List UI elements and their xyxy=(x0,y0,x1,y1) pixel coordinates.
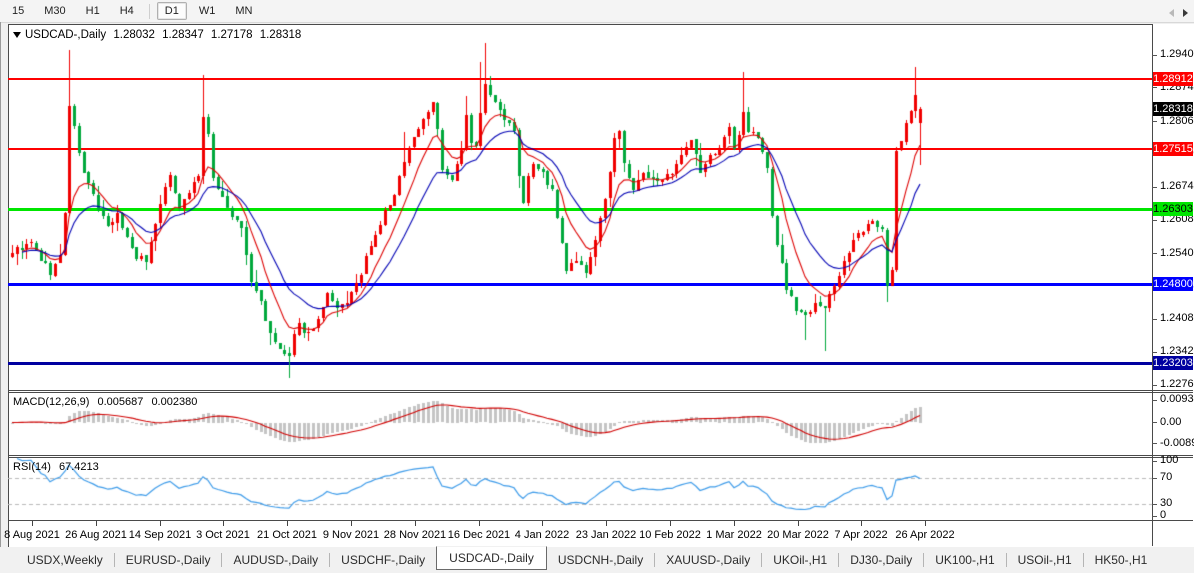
ohlc-high: 1.28347 xyxy=(162,29,204,41)
indicator-axis-tick-mark xyxy=(1152,478,1157,479)
date-axis-tick-mark xyxy=(223,521,224,526)
window-left-border xyxy=(0,22,1,573)
price-axis-tick-mark xyxy=(1152,55,1157,56)
date-axis-tick-mark xyxy=(606,521,607,526)
indicator-axis-tick-label: -0.008902 xyxy=(1160,437,1194,450)
price-badge-1.24800: 1.24800 xyxy=(1153,277,1193,291)
date-axis-tick-mark xyxy=(670,521,671,526)
ohlc-low: 1.27178 xyxy=(211,29,253,41)
tab-scroll-right-icon[interactable] xyxy=(1183,9,1188,17)
date-axis-tick-mark xyxy=(734,521,735,526)
date-axis-tick-mark xyxy=(351,521,352,526)
timeframe-button-mn[interactable]: MN xyxy=(227,2,260,20)
timeframe-toolbar: 15M30 H1H4 D1W1MN xyxy=(0,0,1194,23)
symbol-tab-bar: USDX,WeeklyEURUSD-,DailyAUDUSD-,DailyUSD… xyxy=(0,547,1194,573)
tab-eurusd-daily[interactable]: EURUSD-,Daily xyxy=(115,550,222,570)
tab-usoil-h1[interactable]: USOil-,H1 xyxy=(1007,550,1083,570)
tab-usdchf-daily[interactable]: USDCHF-,Daily xyxy=(330,550,436,570)
rsi-name: RSI(14) xyxy=(13,461,51,473)
indicator-axis-tick-mark xyxy=(1152,422,1157,423)
date-axis-tick-mark xyxy=(925,521,926,526)
price-badge-1.27515: 1.27515 xyxy=(1153,142,1193,156)
tab-audusd-daily[interactable]: AUDUSD-,Daily xyxy=(222,550,329,570)
price-axis-tick-mark xyxy=(1152,385,1157,386)
tab-usdx-weekly[interactable]: USDX,Weekly xyxy=(16,550,114,570)
tab-usdcnh-daily[interactable]: USDCNH-,Daily xyxy=(547,550,654,570)
macd-signal-value: 0.002380 xyxy=(151,396,197,408)
rsi-label: RSI(14) 67.4213 xyxy=(13,461,104,473)
price-axis-tick-mark xyxy=(1152,319,1157,320)
price-axis-tick-label: 1.29400 xyxy=(1160,48,1194,61)
price-badge-1.28912: 1.28912 xyxy=(1153,72,1193,86)
tab-hk50-h1[interactable]: HK50-,H1 xyxy=(1084,550,1159,570)
price-axis-tick-mark xyxy=(1152,253,1157,254)
price-badge-1.23203: 1.23203 xyxy=(1153,356,1193,370)
macd-label: MACD(12,26,9) 0.005687 0.002380 xyxy=(13,396,202,408)
indicator-axis-tick-mark xyxy=(1152,504,1157,505)
date-axis-tick-mark xyxy=(798,521,799,526)
tab-dj30-daily[interactable]: DJ30-,Daily xyxy=(839,550,923,570)
timeframe-button-w1[interactable]: W1 xyxy=(191,2,224,20)
price-axis-tick-mark xyxy=(1152,220,1157,221)
tab-usdcad-daily[interactable]: USDCAD-,Daily xyxy=(436,546,547,570)
chart-plot-area[interactable] xyxy=(8,24,1152,546)
indicator-axis-tick-label: 100 xyxy=(1160,454,1178,467)
price-badge-1.26303: 1.26303 xyxy=(1153,202,1193,216)
price-axis-tick-label: 1.26740 xyxy=(1160,180,1194,193)
indicator-axis-tick-mark xyxy=(1152,443,1157,444)
indicator-axis-tick-label: 0.009345 xyxy=(1160,393,1194,406)
tab-uk100-h1[interactable]: UK100-,H1 xyxy=(924,550,1005,570)
indicator-axis-tick-label: 0.00 xyxy=(1160,416,1181,429)
date-axis-tick-mark xyxy=(415,521,416,526)
date-axis-tick-mark xyxy=(479,521,480,526)
date-axis-tick-mark xyxy=(32,521,33,526)
price-axis-tick-mark xyxy=(1152,187,1157,188)
rsi-value: 67.4213 xyxy=(59,461,99,473)
price-axis-tick-mark xyxy=(1152,121,1157,122)
price-axis-tick-mark xyxy=(1152,352,1157,353)
symbol-dropdown-icon xyxy=(13,32,21,38)
indicator-axis-tick-mark xyxy=(1152,516,1157,517)
date-axis-tick-mark xyxy=(542,521,543,526)
date-axis-tick-mark xyxy=(287,521,288,526)
date-axis-label: 26 Apr 2022 xyxy=(880,529,970,541)
price-axis-tick-label: 1.28060 xyxy=(1160,115,1194,128)
date-axis-tick-mark xyxy=(861,521,862,526)
tab-ukoil-h1[interactable]: UKOil-,H1 xyxy=(762,550,838,570)
macd-name: MACD(12,26,9) xyxy=(13,396,89,408)
price-axis-tick-label: 1.22760 xyxy=(1160,378,1194,391)
date-axis-tick-mark xyxy=(160,521,161,526)
timeframe-button-m30[interactable]: M30 xyxy=(36,2,73,20)
price-badge-1.28318: 1.28318 xyxy=(1153,102,1193,116)
ohlc-open: 1.28032 xyxy=(113,29,155,41)
indicator-axis-tick-label: 0 xyxy=(1160,509,1166,522)
timeframe-button-15[interactable]: 15 xyxy=(4,2,32,20)
chart-symbol: USDCAD-,Daily xyxy=(25,29,106,41)
timeframe-button-h1[interactable]: H1 xyxy=(78,2,108,20)
indicator-axis-tick-label: 70 xyxy=(1160,471,1172,484)
tab-scroll-left-icon[interactable] xyxy=(1169,9,1174,17)
timeframe-button-h4[interactable]: H4 xyxy=(112,2,142,20)
price-axis-tick-label: 1.24080 xyxy=(1160,312,1194,325)
price-axis-tick-label: 1.25400 xyxy=(1160,247,1194,260)
timeframe-button-d1[interactable]: D1 xyxy=(157,2,187,20)
tab-xauusd-daily[interactable]: XAUUSD-,Daily xyxy=(655,550,761,570)
indicator-axis-tick-mark xyxy=(1152,400,1157,401)
indicator-axis-tick-mark xyxy=(1152,461,1157,462)
chart-title: USDCAD-,Daily 1.28032 1.28347 1.27178 1.… xyxy=(13,29,305,41)
macd-main-value: 0.005687 xyxy=(97,396,143,408)
price-axis-tick-mark xyxy=(1152,87,1157,88)
date-axis-tick-mark xyxy=(96,521,97,526)
ohlc-close: 1.28318 xyxy=(260,29,302,41)
toolbar-separator xyxy=(149,4,150,19)
